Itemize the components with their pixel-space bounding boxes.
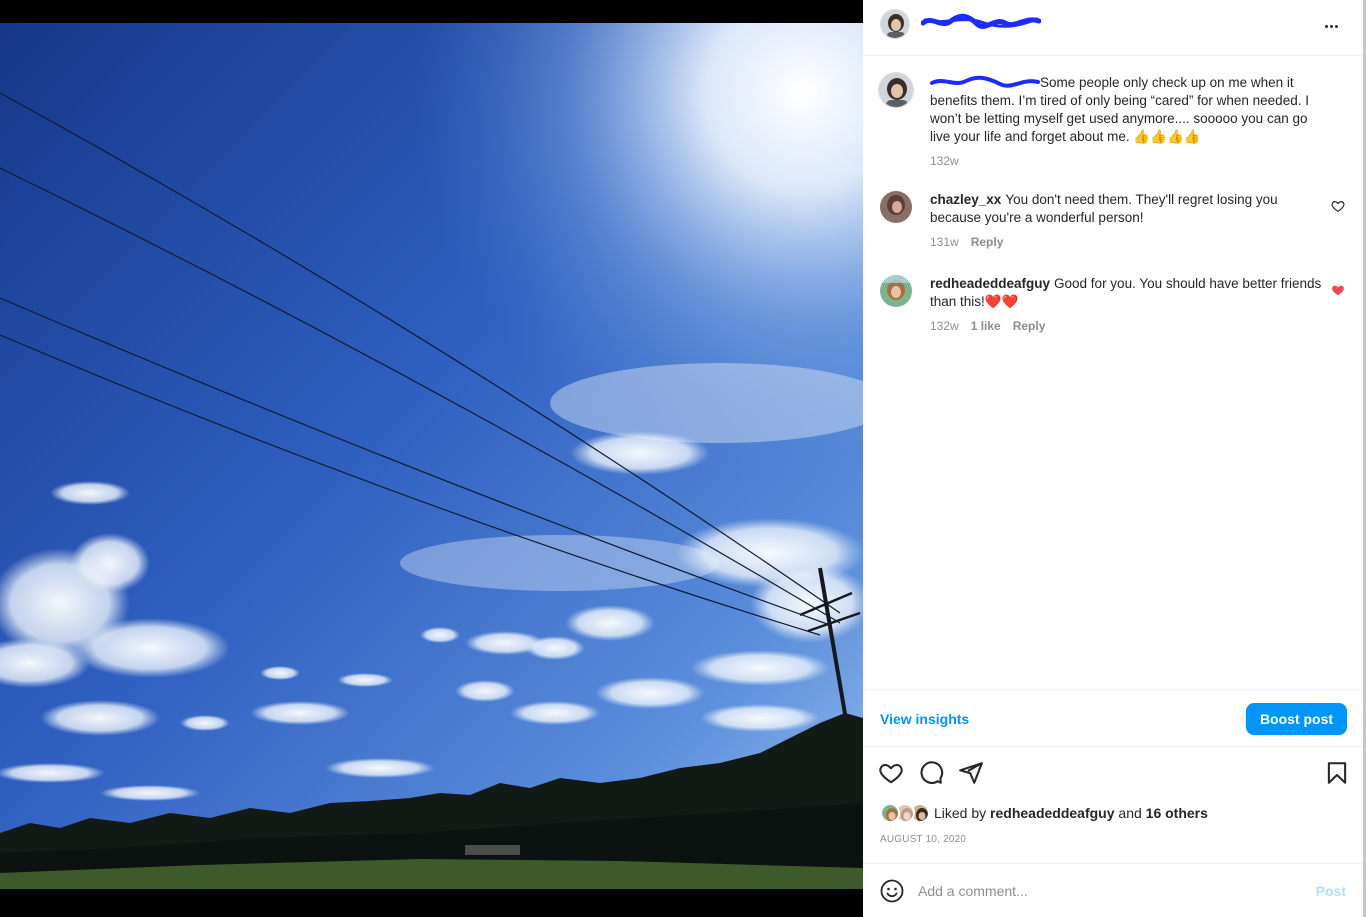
likes-summary: Liked by redheadeddeafguy and 16 others [880, 802, 1208, 824]
commenter-avatar[interactable] [880, 191, 912, 223]
bookmark-icon[interactable] [1324, 760, 1350, 786]
comment-liked-heart-icon[interactable] [1331, 283, 1345, 297]
share-icon[interactable] [958, 760, 984, 786]
redacted-caption-username-scribble [930, 75, 1040, 88]
add-comment-bar: Post [863, 863, 1363, 917]
post-actions [863, 757, 1363, 789]
boost-post-button[interactable]: Boost post [1246, 703, 1347, 735]
comment-username[interactable]: chazley_xx [930, 192, 1001, 207]
post-header [863, 0, 1363, 56]
insights-bar: View insights Boost post [863, 689, 1363, 747]
comment-like-count[interactable]: 1 like [971, 319, 1001, 333]
comment-age: 132w [930, 319, 959, 333]
post-date: AUGUST 10, 2020 [880, 834, 967, 845]
view-insights-link[interactable]: View insights [880, 711, 969, 727]
comment-age: 131w [930, 235, 959, 249]
sky-landscape-photo [0, 23, 863, 889]
first-liker-link[interactable]: redheadeddeafguy [990, 805, 1114, 821]
caption-owner-avatar[interactable] [878, 72, 914, 108]
post-comment-button[interactable]: Post [1316, 883, 1346, 899]
comment-like-heart-icon[interactable] [1331, 199, 1345, 213]
commenter-avatar[interactable] [880, 275, 912, 307]
comment-username[interactable]: redheadeddeafguy [930, 276, 1050, 291]
reply-button[interactable]: Reply [971, 235, 1004, 249]
liker-avatar [880, 803, 900, 823]
comment-icon[interactable] [918, 760, 944, 786]
comments-list: Some people only check up on me when it … [863, 56, 1363, 689]
add-comment-input[interactable] [918, 879, 1298, 903]
liker-avatars[interactable] [880, 802, 934, 824]
redacted-username-scribble [921, 13, 1041, 29]
photo-pane [0, 0, 863, 917]
post-photo[interactable] [0, 23, 863, 889]
others-likes-link[interactable]: 16 others [1146, 805, 1208, 821]
more-horizontal-icon [1324, 24, 1328, 28]
owner-avatar[interactable] [880, 9, 910, 39]
heart-icon[interactable] [878, 760, 904, 786]
reply-button[interactable]: Reply [1013, 319, 1046, 333]
more-options-button[interactable] [1319, 14, 1343, 38]
emoji-icon[interactable] [880, 879, 904, 903]
post-side-panel: Some people only check up on me when it … [863, 0, 1366, 917]
caption-age: 132w [930, 154, 959, 168]
